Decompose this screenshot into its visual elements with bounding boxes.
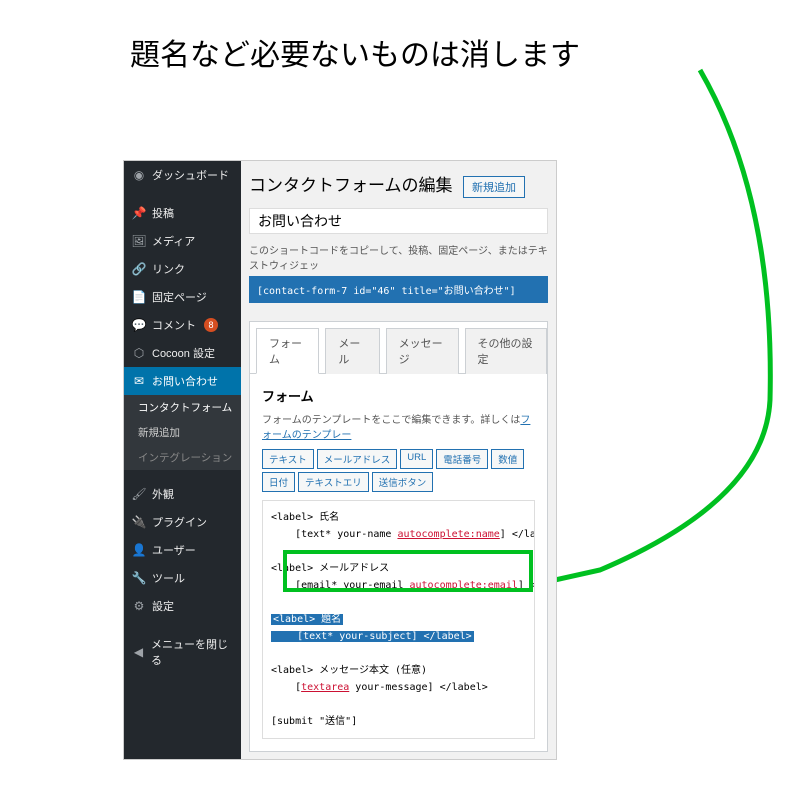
cocoon-icon: ⬡ bbox=[132, 346, 146, 360]
mail-icon: ✉ bbox=[132, 374, 146, 388]
tag-text[interactable]: テキスト bbox=[262, 449, 314, 469]
sidebar-comments[interactable]: 💬 コメント 8 bbox=[124, 311, 241, 339]
tool-icon: 🔧 bbox=[132, 571, 146, 585]
sidebar-dashboard[interactable]: ◉ ダッシュボード bbox=[124, 161, 241, 189]
editor-panel: フォーム メール メッセージ その他の設定 フォーム フォームのテンプレートをこ… bbox=[249, 321, 548, 752]
screenshot-container: ◉ ダッシュボード 📌 投稿 🖼 メディア 🔗 リンク 📄 固定ページ 💬 コメ… bbox=[123, 160, 557, 760]
content-area: コンタクトフォームの編集 新規追加 このショートコードをコピーして、投稿、固定ペ… bbox=[241, 161, 556, 759]
tag-email[interactable]: メールアドレス bbox=[317, 449, 398, 469]
sidebar-label: ダッシュボード bbox=[152, 167, 229, 183]
sidebar-tools[interactable]: 🔧 ツール bbox=[124, 564, 241, 592]
sidebar-label: 設定 bbox=[152, 598, 174, 614]
sidebar-users[interactable]: 👤 ユーザー bbox=[124, 536, 241, 564]
sidebar-collapse[interactable]: ◀ メニューを閉じる bbox=[124, 630, 241, 674]
plugin-icon: 🔌 bbox=[132, 515, 146, 529]
green-highlight-box bbox=[283, 550, 533, 592]
admin-sidebar: ◉ ダッシュボード 📌 投稿 🖼 メディア 🔗 リンク 📄 固定ページ 💬 コメ… bbox=[124, 161, 241, 759]
form-title-input[interactable] bbox=[249, 208, 548, 234]
sidebar-sub-integration[interactable]: インテグレーション bbox=[124, 445, 241, 470]
dashboard-icon: ◉ bbox=[132, 168, 146, 182]
tag-buttons: テキスト メールアドレス URL 電話番号 数値 日付 テキストエリ 送信ボタン bbox=[262, 449, 535, 492]
collapse-icon: ◀ bbox=[132, 645, 145, 659]
form-template-editor[interactable]: <label> 氏名 [text* your-name autocomplete… bbox=[262, 500, 535, 739]
media-icon: 🖼 bbox=[132, 234, 146, 248]
sidebar-pages[interactable]: 📄 固定ページ bbox=[124, 283, 241, 311]
page-title: コンタクトフォームの編集 bbox=[249, 171, 453, 196]
brush-icon: 🖌 bbox=[132, 487, 146, 501]
tabs: フォーム メール メッセージ その他の設定 bbox=[250, 322, 547, 374]
shortcode-desc: このショートコードをコピーして、投稿、固定ページ、またはテキストウィジェッ bbox=[249, 242, 548, 272]
panel-desc: フォームのテンプレートをここで編集できます。詳しくはフォームのテンプレー bbox=[262, 411, 535, 441]
sidebar-cocoon[interactable]: ⬡ Cocoon 設定 bbox=[124, 339, 241, 367]
add-new-button[interactable]: 新規追加 bbox=[463, 176, 525, 198]
sidebar-label: お問い合わせ bbox=[152, 373, 218, 389]
tag-number[interactable]: 数値 bbox=[491, 449, 524, 469]
tag-submit[interactable]: 送信ボタン bbox=[372, 472, 434, 492]
comment-icon: 💬 bbox=[132, 318, 146, 332]
shortcode-box[interactable]: [contact-form-7 id="46" title="お問い合わせ"] bbox=[249, 276, 548, 303]
sidebar-label: 固定ページ bbox=[152, 289, 207, 305]
tag-textarea[interactable]: テキストエリ bbox=[298, 472, 369, 492]
tab-messages[interactable]: メッセージ bbox=[386, 328, 459, 374]
sidebar-posts[interactable]: 📌 投稿 bbox=[124, 199, 241, 227]
sidebar-sub-addnew[interactable]: 新規追加 bbox=[124, 420, 241, 445]
gear-icon: ⚙ bbox=[132, 599, 146, 613]
sidebar-media[interactable]: 🖼 メディア bbox=[124, 227, 241, 255]
sidebar-label: 投稿 bbox=[152, 205, 174, 221]
tag-date[interactable]: 日付 bbox=[262, 472, 295, 492]
sidebar-label: リンク bbox=[152, 261, 185, 277]
link-icon: 🔗 bbox=[132, 262, 146, 276]
sidebar-plugins[interactable]: 🔌 プラグイン bbox=[124, 508, 241, 536]
tag-url[interactable]: URL bbox=[400, 449, 433, 469]
pin-icon: 📌 bbox=[132, 206, 146, 220]
annotation-heading: 題名など必要ないものは消します bbox=[130, 30, 580, 74]
panel-heading: フォーム bbox=[262, 386, 535, 405]
sidebar-label: メニューを閉じる bbox=[151, 636, 233, 668]
sidebar-label: Cocoon 設定 bbox=[152, 345, 215, 361]
sidebar-label: ツール bbox=[152, 570, 185, 586]
page-icon: 📄 bbox=[132, 290, 146, 304]
sidebar-settings[interactable]: ⚙ 設定 bbox=[124, 592, 241, 620]
sidebar-contact[interactable]: ✉ お問い合わせ bbox=[124, 367, 241, 395]
sidebar-links[interactable]: 🔗 リンク bbox=[124, 255, 241, 283]
tab-other[interactable]: その他の設定 bbox=[465, 328, 547, 374]
tab-form[interactable]: フォーム bbox=[256, 328, 319, 374]
tab-mail[interactable]: メール bbox=[325, 328, 379, 374]
sidebar-label: 外観 bbox=[152, 486, 174, 502]
sidebar-label: メディア bbox=[152, 233, 195, 249]
sidebar-label: ユーザー bbox=[152, 542, 196, 558]
tag-tel[interactable]: 電話番号 bbox=[436, 449, 488, 469]
comments-badge: 8 bbox=[204, 318, 218, 332]
sidebar-appearance[interactable]: 🖌 外観 bbox=[124, 480, 241, 508]
sidebar-sub-forms[interactable]: コンタクトフォーム bbox=[124, 395, 241, 420]
sidebar-label: プラグイン bbox=[152, 514, 207, 530]
user-icon: 👤 bbox=[132, 543, 146, 557]
sidebar-label: コメント bbox=[152, 317, 196, 333]
